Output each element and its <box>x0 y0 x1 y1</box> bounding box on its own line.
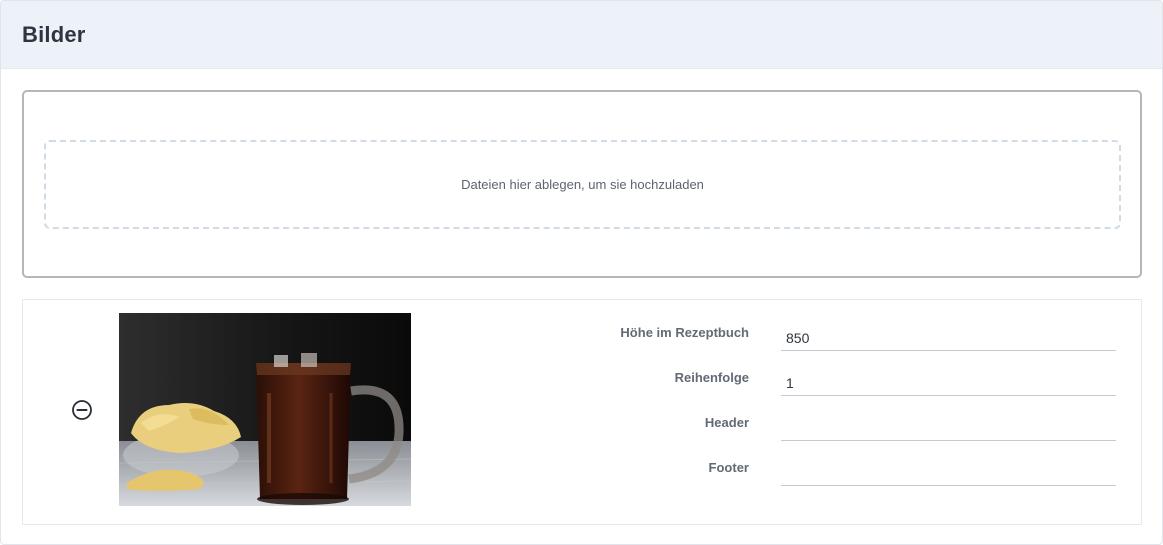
card-header: Bilder <box>1 1 1162 69</box>
file-dropzone[interactable]: Dateien hier ablegen, um sie hochzuladen <box>44 140 1121 229</box>
upload-area: Dateien hier ablegen, um sie hochzuladen <box>22 90 1142 278</box>
dropzone-text: Dateien hier ablegen, um sie hochzuladen <box>461 177 704 192</box>
header-label: Header <box>704 415 749 430</box>
height-label: Höhe im Rezeptbuch <box>620 325 749 340</box>
order-label: Reihenfolge <box>674 370 749 385</box>
footer-input[interactable] <box>781 460 1116 486</box>
height-input[interactable] <box>781 325 1116 351</box>
image-item: Höhe im Rezeptbuch Reihenfolge Header Fo… <box>22 299 1142 525</box>
images-card: Bilder Dateien hier ablegen, um sie hoch… <box>0 0 1163 545</box>
page-title: Bilder <box>22 21 86 47</box>
footer-label: Footer <box>708 460 749 475</box>
image-thumbnail <box>119 313 411 506</box>
header-input[interactable] <box>781 415 1116 441</box>
minus-circle-icon <box>72 400 92 420</box>
remove-image-button[interactable] <box>70 398 94 422</box>
order-input[interactable] <box>781 370 1116 396</box>
